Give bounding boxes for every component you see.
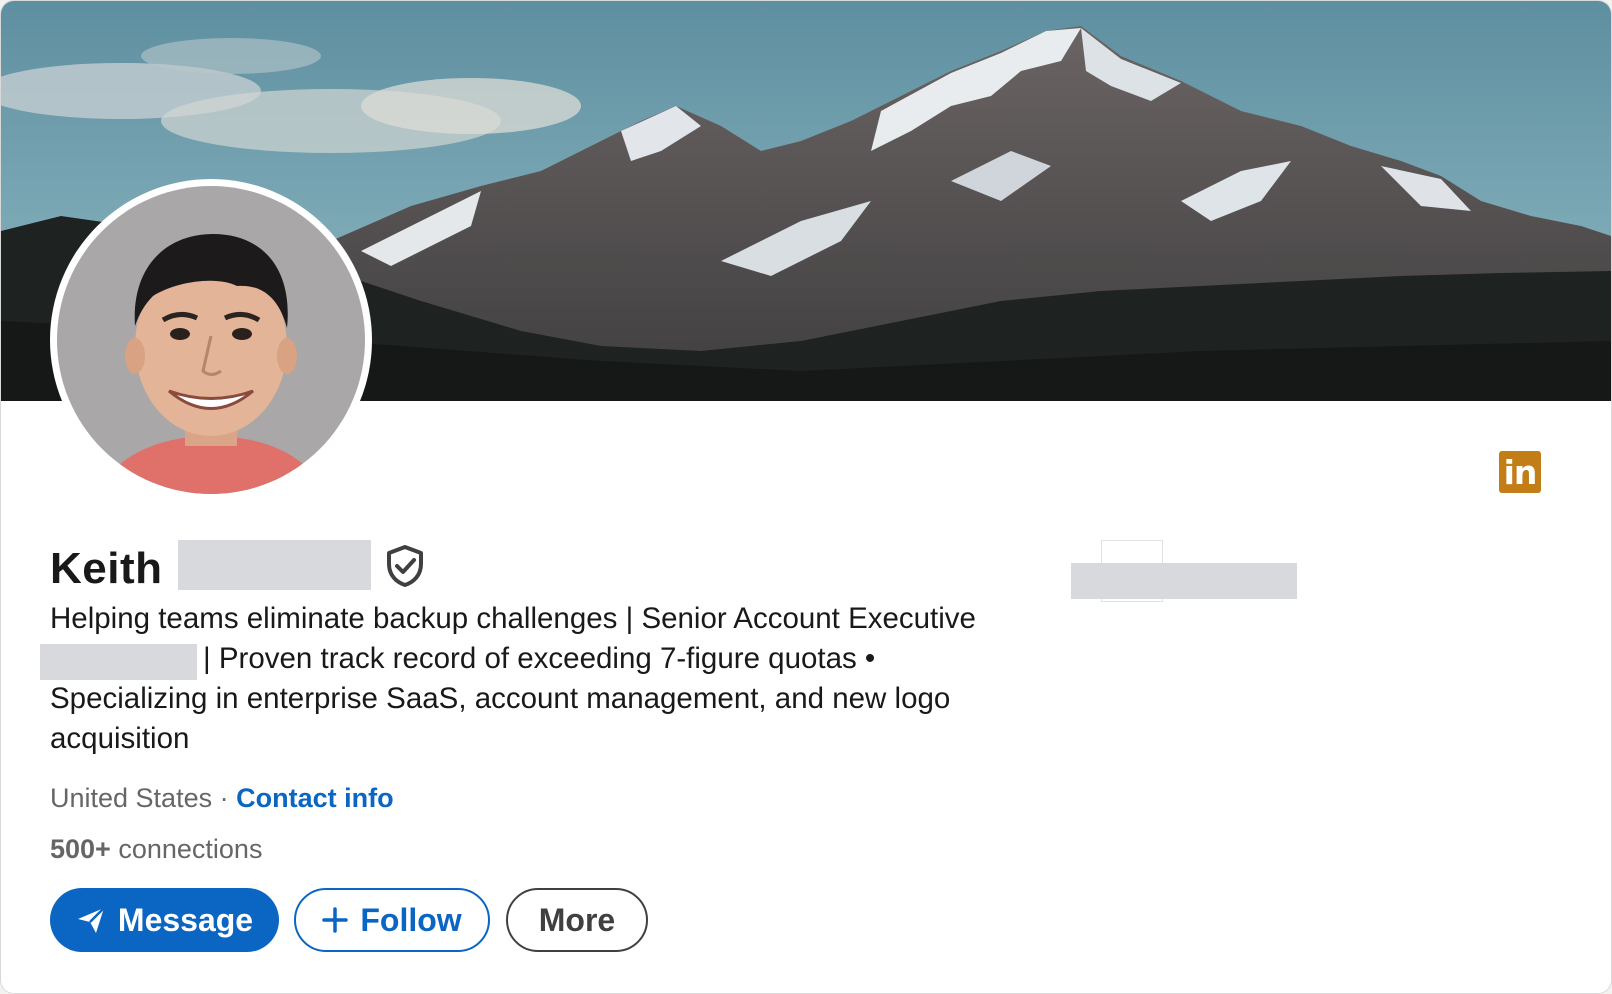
profile-headline: Helping teams eliminate backup challenge… (50, 599, 1060, 759)
connections-number: 500+ (50, 834, 111, 864)
paper-plane-icon (76, 905, 106, 935)
connections-count[interactable]: 500+ connections (50, 829, 262, 869)
location-text: United States (50, 783, 213, 813)
message-button[interactable]: Message (50, 888, 279, 952)
headline-line: Specializing in enterprise SaaS, account… (50, 682, 951, 715)
redacted-company-name (1071, 563, 1297, 599)
headline-line: Helping teams eliminate backup challenge… (50, 602, 976, 635)
shield-check-icon[interactable] (385, 544, 425, 588)
follow-button[interactable]: Follow (294, 888, 490, 952)
avatar-photo (57, 186, 365, 494)
contact-info-link[interactable]: Contact info (236, 783, 393, 813)
message-label: Message (117, 901, 254, 938)
connections-label: connections (118, 834, 263, 864)
profile-name-row: Keith (50, 540, 425, 597)
separator-dot: · (219, 783, 229, 813)
headline-line: | Proven track record of exceeding 7-fig… (203, 642, 876, 675)
headline-line: acquisition (50, 722, 190, 755)
more-button[interactable]: More (506, 888, 648, 952)
profile-first-name: Keith (50, 544, 163, 593)
more-label: More (538, 901, 616, 938)
follow-label: Follow (360, 901, 462, 938)
redacted-last-name (177, 540, 371, 590)
profile-card: in Keith Helping teams eliminate backup … (0, 0, 1612, 994)
profile-location-row: United States · Contact info (50, 778, 394, 818)
profile-avatar[interactable] (50, 179, 372, 501)
redacted-company-headline (40, 644, 197, 680)
plus-icon (322, 907, 349, 933)
linkedin-icon[interactable]: in (1499, 451, 1541, 493)
